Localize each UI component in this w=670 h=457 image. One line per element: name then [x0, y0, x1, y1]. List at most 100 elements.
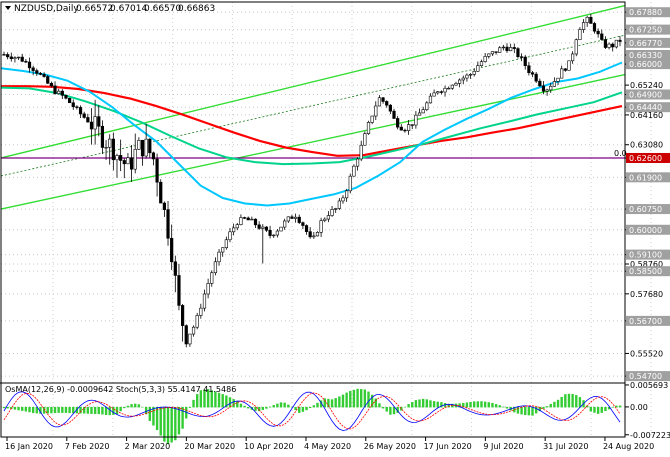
candle-body [505, 46, 509, 52]
candle-body [221, 247, 225, 253]
candle-body [129, 157, 134, 170]
osma-bar [553, 401, 556, 408]
candle-body [596, 30, 600, 35]
price-tag-label: 0.60750 [629, 205, 662, 214]
candle-body [2, 54, 6, 56]
candle-body [181, 305, 185, 326]
candle-body [432, 92, 436, 97]
osma-bar [527, 406, 531, 416]
candle-body [549, 85, 553, 91]
osma-bar [549, 403, 552, 408]
candle-body [421, 109, 425, 114]
osma-bar [31, 406, 35, 414]
candle-body [592, 23, 597, 32]
price-tag-label: 0.64900 [629, 90, 662, 99]
osma-bar [61, 406, 64, 413]
osma-bar [265, 406, 268, 409]
price-tag-label: 0.58500 [629, 267, 662, 276]
candle-body [27, 61, 32, 69]
osma-bar [414, 400, 418, 408]
candle-body [202, 293, 207, 309]
candle-body [498, 47, 502, 53]
candle-body [24, 61, 28, 63]
osma-bar [411, 402, 414, 408]
osma-bar [330, 399, 334, 408]
price-tag-label: 0.59100 [629, 251, 662, 260]
candle-body [483, 56, 487, 63]
osma-bar [494, 404, 498, 408]
candle-body [210, 272, 214, 284]
candle-body [86, 117, 90, 123]
candle-body [458, 79, 462, 84]
candle-body [9, 56, 13, 60]
candle-body [184, 325, 188, 345]
candle-body [323, 218, 327, 221]
osma-bar [28, 406, 31, 413]
candle-body [315, 232, 320, 237]
candle-body [57, 90, 61, 94]
candle-body [35, 70, 39, 74]
osma-bar [465, 402, 469, 408]
osma-bar [429, 400, 432, 408]
candle-body [253, 218, 258, 226]
osma-bar [596, 406, 600, 414]
osma-bar [283, 402, 286, 408]
osma-bar [389, 406, 392, 415]
candle-body [552, 81, 556, 87]
osma-bar [86, 406, 90, 414]
candle-body [82, 113, 86, 118]
osma-bar [228, 397, 232, 408]
osma-bar [385, 406, 388, 412]
candle-body [53, 85, 57, 94]
candle-body [264, 226, 269, 231]
osma-bar [618, 405, 622, 408]
symbol-header: NZDUSD,Daily 0.66572 0.67014 0.66570 0.6… [5, 4, 215, 14]
price-tick-label: 0.63080 [630, 141, 663, 150]
candle-body [20, 56, 24, 62]
candle-body [436, 91, 440, 94]
osma-bar [308, 406, 312, 409]
candle-body [450, 84, 454, 89]
osma-bar [345, 392, 348, 408]
osma-bar [141, 406, 144, 408]
osma-bar [556, 399, 560, 408]
osma-bar [21, 406, 24, 411]
candle-body [556, 77, 560, 82]
candle-body [257, 224, 261, 229]
osma-bar [498, 405, 501, 408]
osma-bar [338, 396, 341, 408]
candle-body [293, 216, 298, 219]
candle-body [603, 39, 608, 48]
candle-body [571, 53, 575, 62]
candle-body [279, 226, 283, 232]
candle-body [374, 105, 378, 117]
osma-bar [6, 406, 9, 409]
candle-body [538, 80, 542, 87]
osma-bar [421, 398, 425, 408]
osma-bar [119, 406, 122, 412]
candle-body [290, 216, 294, 219]
candle-body [494, 51, 498, 53]
candle-body [319, 220, 323, 233]
zero-marker-label: 0.0 [614, 149, 627, 158]
trading-chart[interactable]: NZDUSD,Daily 0.66572 0.67014 0.66570 0.6… [0, 0, 670, 457]
osma-bar [520, 406, 523, 415]
osma-bar [97, 406, 100, 415]
candle-body [479, 61, 484, 66]
osma-bar [166, 406, 170, 445]
osma-bar [341, 394, 345, 408]
candle-body [155, 158, 159, 183]
osma-bar [137, 404, 141, 408]
candle-body [199, 307, 203, 316]
candle-body [122, 160, 126, 165]
candle-body [447, 87, 451, 90]
osma-bar [279, 402, 283, 408]
osma-bar [356, 388, 359, 408]
osma-bar [571, 393, 574, 408]
osma-bar [483, 401, 487, 408]
indicator-tick-label: 0.005693 [630, 381, 668, 390]
candle-body [519, 56, 524, 58]
candle-body [261, 226, 265, 229]
ohlc-open: 0.66572 [76, 4, 113, 14]
candle-body [108, 138, 112, 148]
